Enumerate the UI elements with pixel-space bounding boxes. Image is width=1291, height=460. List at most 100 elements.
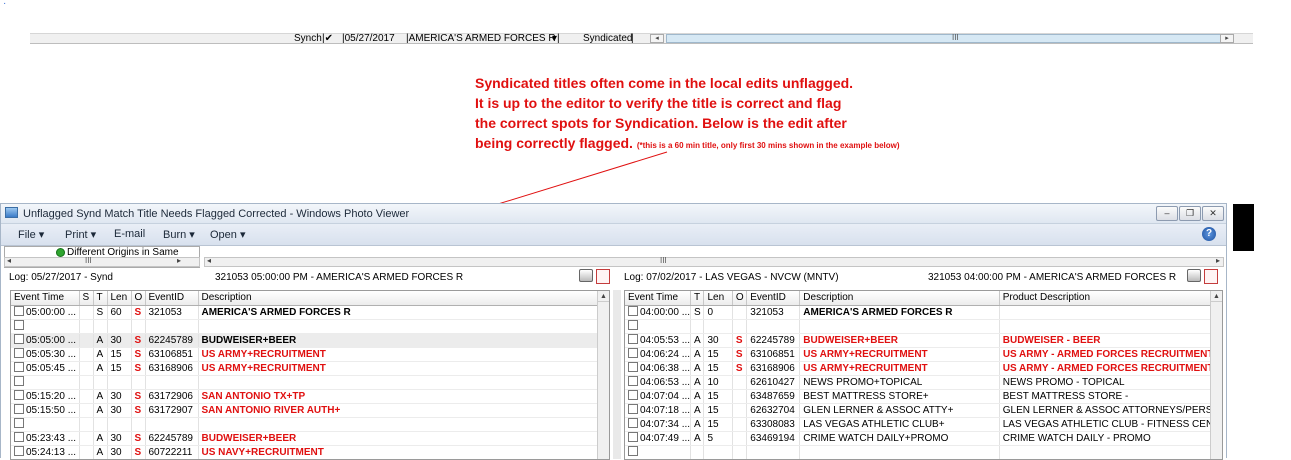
right-col-header[interactable]: EventID [746, 291, 801, 306]
table-row[interactable] [625, 319, 1222, 334]
right-col-header[interactable]: Description [799, 291, 1000, 306]
help-icon[interactable]: ? [1202, 227, 1216, 241]
window-title: Unflagged Synd Match Title Needs Flagged… [23, 208, 410, 220]
tree-hscrollbar[interactable]: ◂ III ▸ [4, 256, 200, 267]
photo-viewer-icon [5, 207, 18, 218]
row-checkbox[interactable] [628, 432, 638, 442]
menu-open[interactable]: Open ▾ [210, 228, 246, 241]
table-row[interactable]: 04:06:38 ... A 15 S 63168906 US ARMY+RECRUITM… [625, 361, 1222, 376]
row-checkbox[interactable] [14, 320, 24, 330]
table-row[interactable]: 04:00:00 ... S 0 321053 AMERICA'S ARMED FORC… [625, 305, 1222, 320]
row-checkbox[interactable] [628, 376, 638, 386]
left-col-header[interactable]: Description [198, 291, 599, 306]
menu-file[interactable]: File ▾ [18, 228, 44, 241]
table-row[interactable]: 04:07:49 ... A 5 63469194 CRIME WATCH DAILY+… [625, 431, 1222, 446]
list-right-arrow-icon[interactable]: ▸ [1216, 256, 1220, 265]
table-row[interactable]: 05:15:50 ... A 30 S 63172907 SAN ANTONIO RIVE… [11, 403, 599, 418]
id-cell: 62632704 [746, 403, 801, 418]
row-checkbox[interactable] [14, 334, 24, 344]
right-vscrollbar[interactable]: ▲ [1210, 291, 1222, 459]
left-log-label: Log: 05/27/2017 - Synd [9, 272, 113, 283]
table-row[interactable]: 04:07:34 ... A 15 63308083 LAS VEGAS ATHLETI… [625, 417, 1222, 432]
table-row[interactable]: 04:06:24 ... A 15 S 63106851 US ARMY+RECRUITM… [625, 347, 1222, 362]
table-row[interactable]: 04:06:53 ... A 10 62610427 NEWS PROMO+TOPICA… [625, 375, 1222, 390]
minimize-button[interactable]: – [1156, 206, 1178, 221]
row-checkbox[interactable] [14, 348, 24, 358]
menu-burn[interactable]: Burn ▾ [163, 228, 195, 241]
right-col-header[interactable]: Len [703, 291, 733, 306]
row-checkbox[interactable] [14, 404, 24, 414]
table-row[interactable] [11, 319, 599, 334]
desc-cell [799, 319, 1000, 334]
event-time-cell [625, 319, 692, 334]
row-checkbox[interactable] [14, 418, 24, 428]
left-col-header[interactable]: Event Time [11, 291, 80, 306]
export-icon[interactable] [596, 269, 610, 284]
table-row[interactable] [625, 445, 1222, 459]
row-checkbox[interactable] [628, 446, 638, 456]
right-col-header[interactable]: Event Time [625, 291, 692, 306]
id-cell [145, 375, 199, 390]
row-checkbox[interactable] [628, 334, 638, 344]
left-col-header[interactable]: Len [107, 291, 132, 306]
row-checkbox[interactable] [628, 362, 638, 372]
table-row[interactable]: 04:05:53 ... A 30 S 62245789 BUDWEISER+BEER BU… [625, 333, 1222, 348]
row-checkbox[interactable] [628, 390, 638, 400]
close-button[interactable]: ✕ [1202, 206, 1224, 221]
row-checkbox[interactable] [14, 432, 24, 442]
table-row[interactable]: 05:05:30 ... A 15 S 63106851 US ARMY+RECRUITM… [11, 347, 599, 362]
o-cell [732, 417, 748, 432]
menu-burn-label: Burn [163, 229, 187, 241]
printer-icon-right[interactable] [1187, 269, 1201, 282]
row-checkbox[interactable] [14, 446, 24, 456]
left-arrow-icon[interactable]: ◂ [7, 256, 11, 265]
right-col-header[interactable]: Product Description [999, 291, 1222, 306]
table-row[interactable] [11, 375, 599, 390]
row-checkbox[interactable] [14, 362, 24, 372]
left-col-header[interactable]: O [131, 291, 146, 306]
row-checkbox[interactable] [14, 306, 24, 316]
row-checkbox[interactable] [628, 320, 638, 330]
table-row[interactable]: 05:15:20 ... A 30 S 63172906 SAN ANTONIO TX+T… [11, 389, 599, 404]
left-vscrollbar[interactable]: ▲ [597, 291, 609, 459]
menu-print[interactable]: Print ▾ [65, 228, 96, 241]
right-arrow-icon[interactable]: ▸ [177, 256, 181, 265]
export-icon-right[interactable] [1204, 269, 1218, 284]
t-cell: A [690, 361, 705, 376]
list-hscrollbar[interactable]: ◂ III ▸ [204, 256, 1224, 267]
left-col-header[interactable]: EventID [145, 291, 199, 306]
len-cell: 15 [703, 403, 733, 418]
len-cell: 15 [107, 347, 132, 362]
list-left-arrow-icon[interactable]: ◂ [207, 256, 211, 265]
table-row[interactable]: 04:07:18 ... A 15 62632704 GLEN LERNER & ASS… [625, 403, 1222, 418]
maximize-button[interactable]: ❐ [1179, 206, 1201, 221]
table-row[interactable]: 04:07:04 ... A 15 63487659 BEST MATTRESS STO… [625, 389, 1222, 404]
table-row[interactable]: 05:00:00 ... S 60 S 321053 AMERICA'S ARMED FO… [11, 305, 599, 320]
right-col-header[interactable]: O [732, 291, 748, 306]
printer-icon[interactable] [579, 269, 593, 282]
row-checkbox[interactable] [628, 348, 638, 358]
scroll-up-icon[interactable]: ▲ [598, 291, 609, 302]
row-checkbox[interactable] [628, 418, 638, 428]
desc-cell: CRIME WATCH DAILY+PROMO [799, 431, 1000, 446]
table-row[interactable] [11, 417, 599, 432]
desc-cell: BUDWEISER+BEER [198, 333, 599, 348]
table-row[interactable]: 05:24:13 ... A 30 S 60722211 US NAVY+RECRUITM… [11, 445, 599, 459]
desc-cell [198, 375, 599, 390]
left-col-header[interactable]: S [79, 291, 94, 306]
o-cell [732, 445, 748, 459]
event-time: 04:06:53 ... [640, 377, 691, 388]
row-checkbox[interactable] [628, 306, 638, 316]
menu-email[interactable]: E-mail [114, 228, 145, 240]
row-checkbox[interactable] [14, 390, 24, 400]
left-col-header[interactable]: T [93, 291, 108, 306]
scroll-up-icon-right[interactable]: ▲ [1211, 291, 1222, 302]
table-row[interactable]: 05:05:00 ... A 30 S 62245789 BUDWEISER+BEER [11, 333, 599, 348]
table-row[interactable]: 05:23:43 ... A 30 S 62245789 BUDWEISER+BEER [11, 431, 599, 446]
table-row[interactable]: 05:05:45 ... A 15 S 63168906 US ARMY+RECRUITM… [11, 361, 599, 376]
row-checkbox[interactable] [628, 404, 638, 414]
pane-divider[interactable] [613, 290, 621, 459]
right-col-header[interactable]: T [690, 291, 705, 306]
prod-cell: US ARMY - ARMED FORCES RECRUITMENT [999, 347, 1222, 362]
row-checkbox[interactable] [14, 376, 24, 386]
